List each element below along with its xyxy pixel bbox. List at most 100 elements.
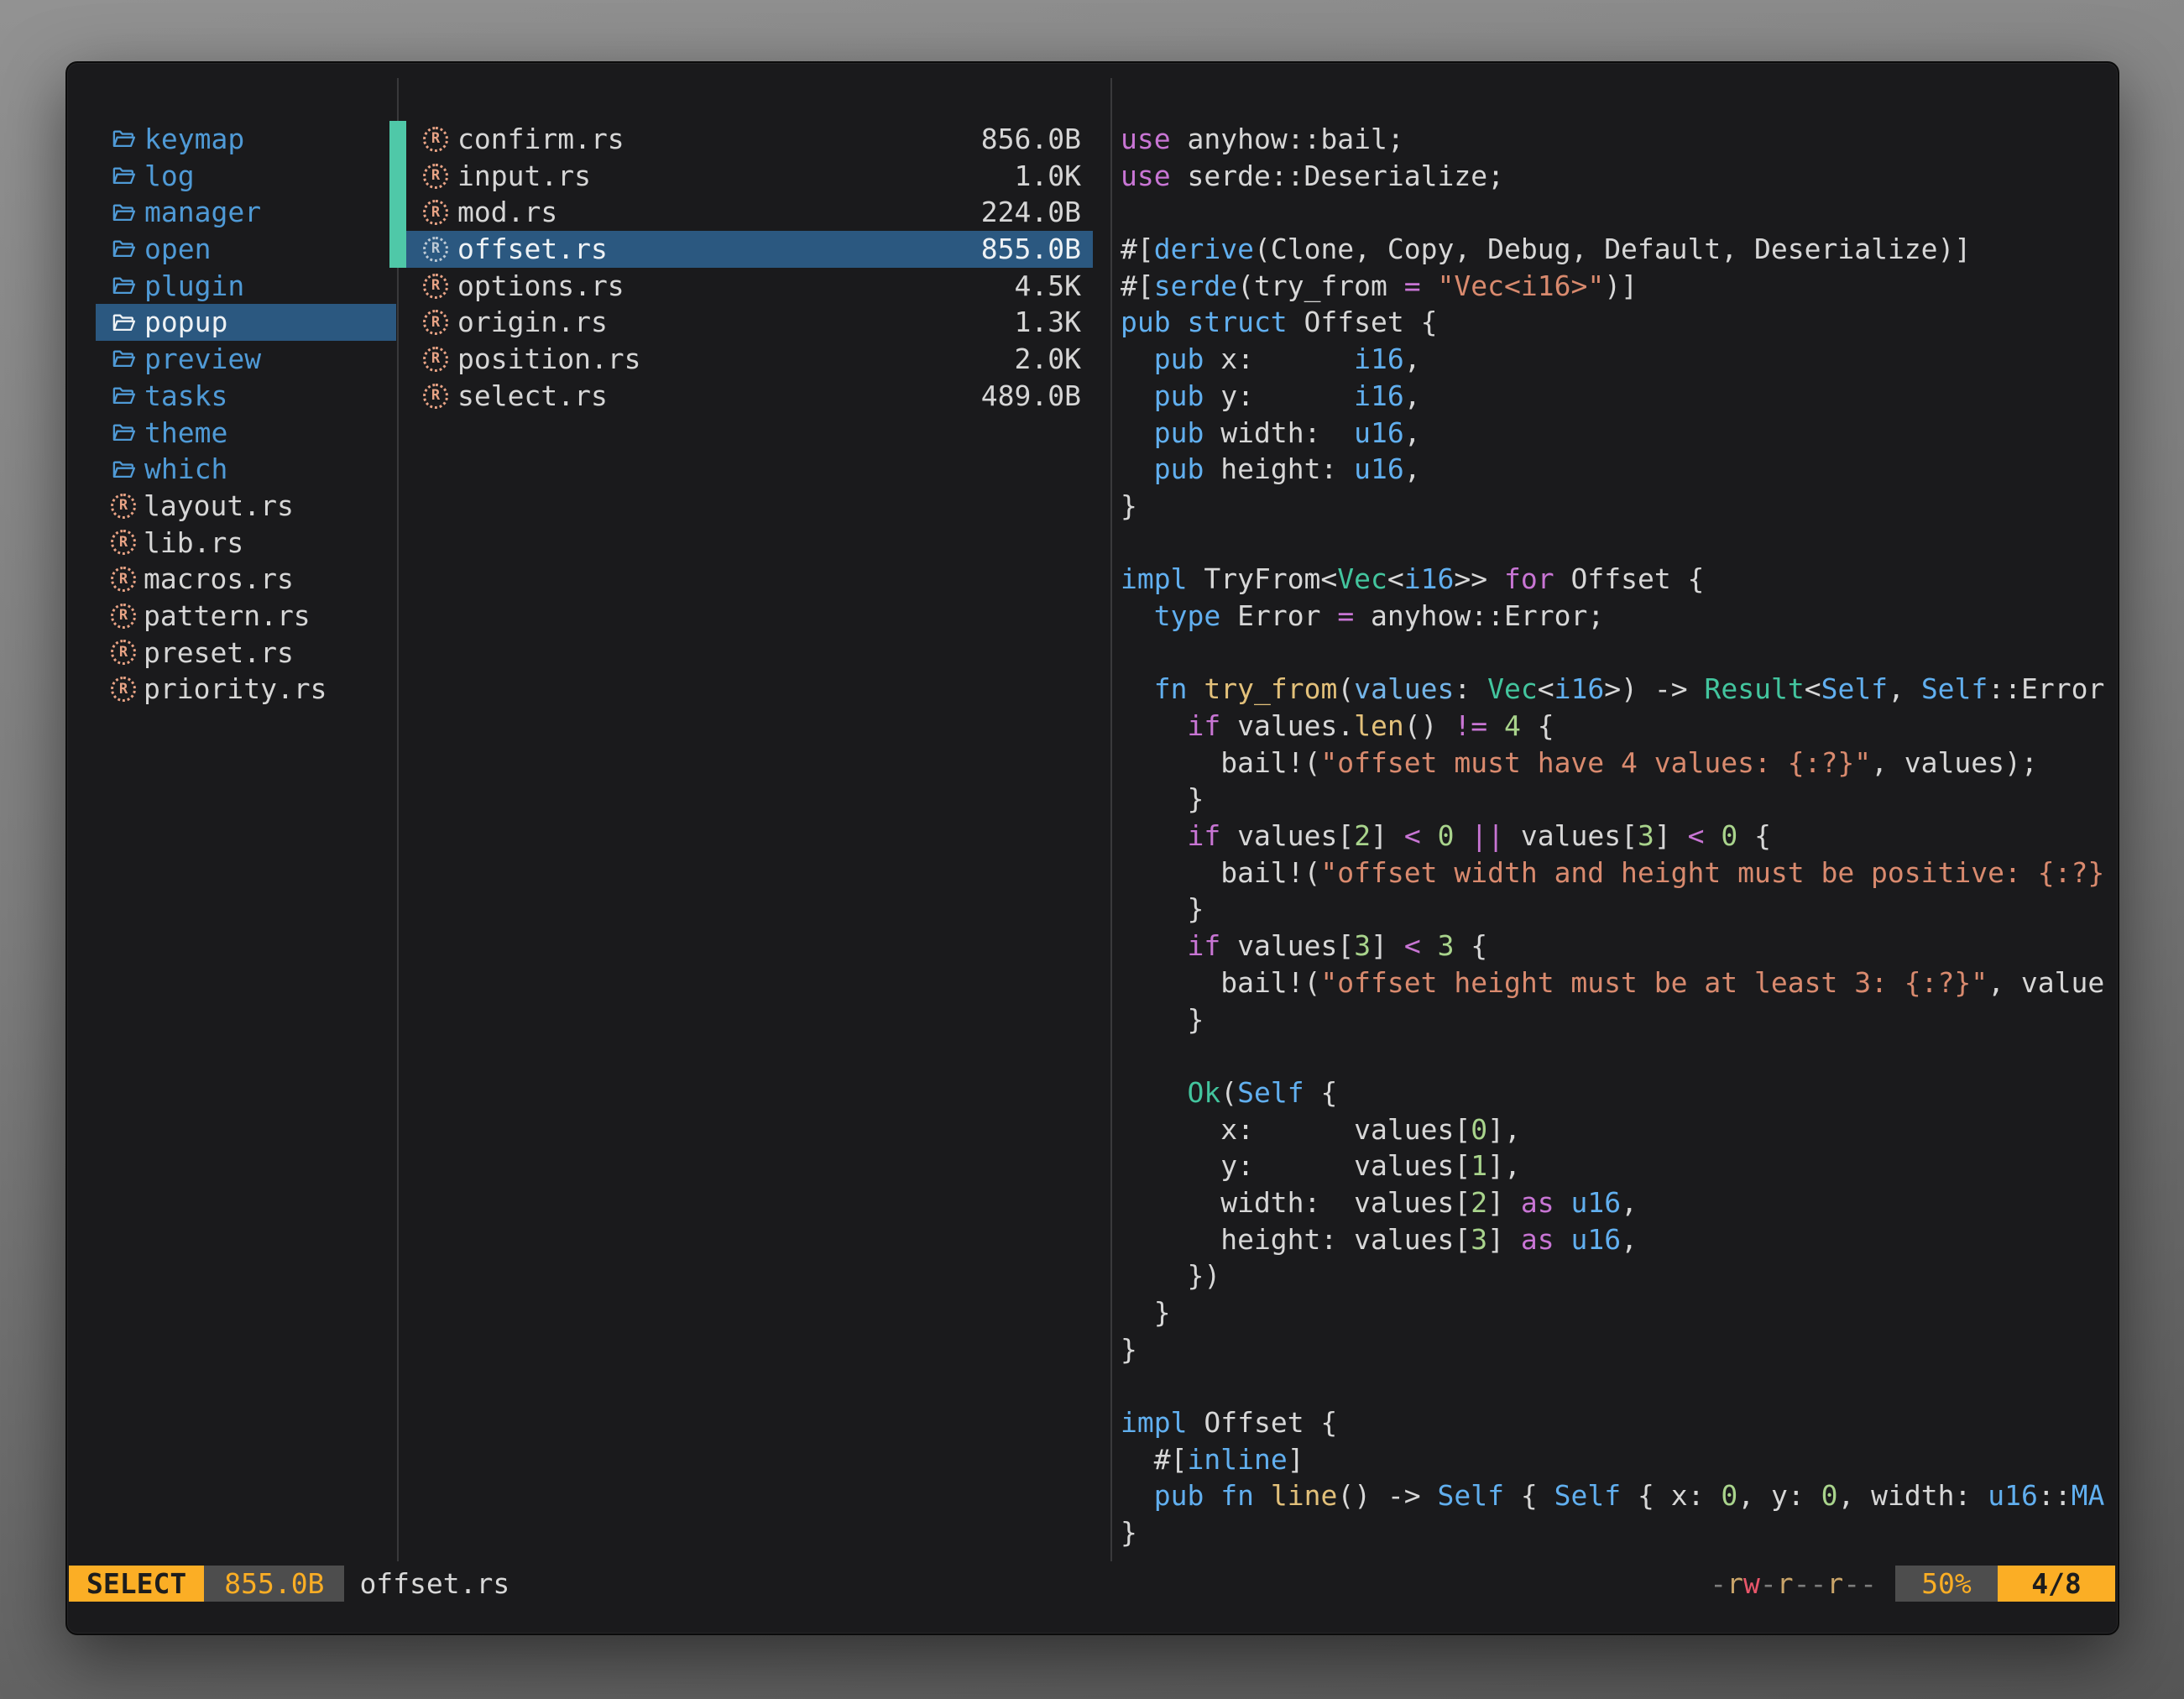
open-folder-icon <box>111 273 137 299</box>
file-row-position.rs[interactable]: Rposition.rs2.0K <box>406 341 1093 378</box>
sidebar-item-open[interactable]: open <box>96 231 396 268</box>
file-name: origin.rs <box>457 304 1006 341</box>
code-line: x: values[0], <box>1121 1111 2118 1148</box>
open-folder-icon <box>111 346 137 372</box>
open-folder-icon <box>111 200 137 226</box>
code-line: pub fn line() -> Self { Self { x: 0, y: … <box>1121 1477 2118 1514</box>
code-line: use anyhow::bail; <box>1121 121 2118 158</box>
code-line: use serde::Deserialize; <box>1121 158 2118 195</box>
sidebar-item-label: log <box>144 158 195 195</box>
permissions-text: -rw-r--r-- <box>1710 1566 1877 1602</box>
file-row-confirm.rs[interactable]: Rconfirm.rs856.0B <box>406 121 1093 158</box>
code-line <box>1121 525 2118 562</box>
code-line: height: values[3] as u16, <box>1121 1221 2118 1258</box>
file-name: confirm.rs <box>457 121 972 158</box>
code-line: pub y: i16, <box>1121 378 2118 415</box>
sidebar-item-label: popup <box>144 304 227 341</box>
sidebar-item-label: preview <box>144 341 261 378</box>
sidebar-item-label: open <box>144 231 211 268</box>
sidebar-item-plugin[interactable]: plugin <box>96 268 396 305</box>
file-name: offset.rs <box>457 231 972 268</box>
sidebar-item-log[interactable]: log <box>96 158 396 195</box>
file-name: input.rs <box>457 158 1006 195</box>
status-filename: offset.rs <box>359 1566 509 1602</box>
code-line: y: values[1], <box>1121 1147 2118 1184</box>
sidebar-item-popup[interactable]: popup <box>96 304 396 341</box>
rust-file-icon: R <box>423 384 448 409</box>
code-line: } <box>1121 1331 2118 1368</box>
open-folder-icon <box>111 236 137 262</box>
file-size-badge: 855.0B <box>204 1566 344 1602</box>
file-size: 855.0B <box>981 231 1081 268</box>
sidebar-item-label: macros.rs <box>144 561 294 598</box>
file-row-input.rs[interactable]: Rinput.rs1.0K <box>406 158 1093 195</box>
open-folder-icon <box>111 457 137 483</box>
permission-char: - <box>1794 1567 1810 1600</box>
sidebar-item-priority.rs[interactable]: Rpriority.rs <box>96 671 396 708</box>
code-line: } <box>1121 488 2118 525</box>
sidebar-item-label: lib.rs <box>144 525 243 562</box>
code-line: if values[3] < 3 { <box>1121 928 2118 965</box>
sidebar-item-preview[interactable]: preview <box>96 341 396 378</box>
current-directory-pane: Rconfirm.rs856.0BRinput.rs1.0KRmod.rs224… <box>406 121 1093 415</box>
file-name: mod.rs <box>457 194 972 231</box>
file-row-offset.rs[interactable]: Roffset.rs855.0B <box>406 231 1093 268</box>
permission-char: r <box>1826 1567 1843 1600</box>
sidebar-item-label: pattern.rs <box>144 598 311 635</box>
code-line: bail!("offset width and height must be p… <box>1121 855 2118 891</box>
code-line: } <box>1121 1514 2118 1551</box>
open-folder-icon <box>111 126 137 152</box>
rust-file-icon: R <box>423 127 448 152</box>
open-folder-icon <box>111 310 137 336</box>
pane-separator-right <box>1110 78 1112 1561</box>
file-size: 1.3K <box>1015 304 1081 341</box>
rust-file-icon: R <box>111 530 136 555</box>
code-line: fn try_from(values: Vec<i16>) -> Result<… <box>1121 671 2118 708</box>
permission-char: r <box>1777 1567 1794 1600</box>
sidebar-item-macros.rs[interactable]: Rmacros.rs <box>96 561 396 598</box>
code-line: } <box>1121 891 2118 928</box>
permission-char: r <box>1727 1567 1743 1600</box>
sidebar-item-which[interactable]: which <box>96 451 396 488</box>
rust-file-icon: R <box>111 567 136 592</box>
code-line: } <box>1121 1294 2118 1331</box>
sidebar-item-keymap[interactable]: keymap <box>96 121 396 158</box>
open-folder-icon <box>111 383 137 409</box>
code-line: }) <box>1121 1257 2118 1294</box>
sidebar-item-label: priority.rs <box>144 671 327 708</box>
permission-char: - <box>1860 1567 1877 1600</box>
sidebar-item-tasks[interactable]: tasks <box>96 378 396 415</box>
file-name: options.rs <box>457 268 1006 305</box>
code-line: #[serde(try_from = "Vec<i16>")] <box>1121 268 2118 305</box>
file-row-options.rs[interactable]: Roptions.rs4.5K <box>406 268 1093 305</box>
rust-file-icon: R <box>111 640 136 665</box>
sidebar-item-label: plugin <box>144 268 244 305</box>
marked-files-bar <box>389 121 406 268</box>
scroll-percent-badge: 50% <box>1895 1566 1998 1602</box>
cursor-position-badge: 4/8 <box>1998 1566 2115 1602</box>
sidebar-item-theme[interactable]: theme <box>96 415 396 452</box>
sidebar-item-preset.rs[interactable]: Rpreset.rs <box>96 635 396 672</box>
sidebar-item-lib.rs[interactable]: Rlib.rs <box>96 525 396 562</box>
sidebar-item-layout.rs[interactable]: Rlayout.rs <box>96 488 396 525</box>
permission-char: w <box>1743 1567 1760 1600</box>
sidebar-item-pattern.rs[interactable]: Rpattern.rs <box>96 598 396 635</box>
rust-file-icon: R <box>423 347 448 372</box>
rust-file-icon: R <box>423 237 448 262</box>
sidebar-item-label: tasks <box>144 378 227 415</box>
code-line: Ok(Self { <box>1121 1074 2118 1111</box>
code-line: } <box>1121 781 2118 818</box>
file-row-origin.rs[interactable]: Rorigin.rs1.3K <box>406 304 1093 341</box>
file-row-select.rs[interactable]: Rselect.rs489.0B <box>406 378 1093 415</box>
file-size: 2.0K <box>1015 341 1081 378</box>
rust-file-icon: R <box>111 494 136 519</box>
code-line: #[derive(Clone, Copy, Debug, Default, De… <box>1121 231 2118 268</box>
sidebar-item-label: manager <box>144 194 261 231</box>
file-size: 4.5K <box>1015 268 1081 305</box>
rust-file-icon: R <box>423 310 448 335</box>
code-line <box>1121 1038 2118 1074</box>
code-line: bail!("offset must have 4 values: {:?}",… <box>1121 745 2118 782</box>
sidebar-item-manager[interactable]: manager <box>96 194 396 231</box>
file-row-mod.rs[interactable]: Rmod.rs224.0B <box>406 194 1093 231</box>
code-line: if values[2] < 0 || values[3] < 0 { <box>1121 818 2118 855</box>
